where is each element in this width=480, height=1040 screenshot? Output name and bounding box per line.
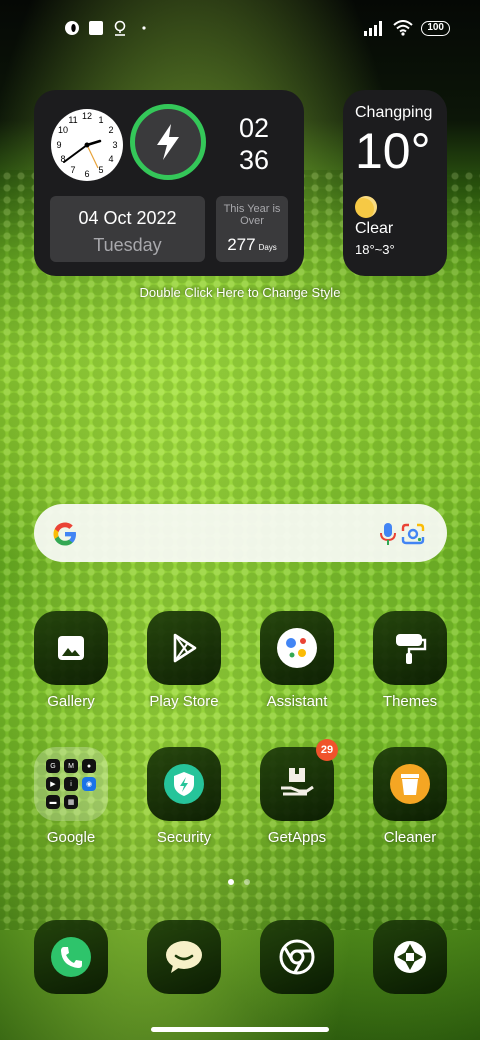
app-label: Security — [156, 829, 212, 846]
weekday-text: Tuesday — [93, 235, 162, 255]
app-label: GetApps — [267, 829, 327, 846]
svg-text:2: 2 — [108, 125, 113, 135]
year-progress-box: This Year is Over 277 Days — [216, 196, 288, 262]
signal-icon — [364, 21, 383, 36]
dock-messages[interactable] — [134, 920, 234, 994]
clock-widget[interactable]: 12 1 2 345 678 9 10 11 02 36 04 Oct 2022 Tue… — [34, 90, 304, 276]
opera-icon — [65, 21, 79, 35]
getapps-icon — [281, 768, 314, 796]
chrome-icon — [279, 939, 315, 975]
app-getapps[interactable]: 29 GetApps — [247, 739, 347, 846]
charging-ring — [130, 104, 206, 180]
notification-badge: 29 — [316, 739, 338, 761]
google-logo-icon — [53, 522, 76, 546]
page-dot[interactable] — [244, 879, 250, 885]
svg-text:10: 10 — [58, 125, 68, 135]
app-label: Play Store — [149, 693, 219, 710]
home-indicator[interactable] — [151, 1027, 329, 1032]
themes-icon — [396, 634, 427, 664]
svg-text:11: 11 — [68, 115, 77, 125]
location-pin-icon — [114, 20, 126, 36]
dock-camera[interactable] — [360, 920, 460, 994]
svg-text:5: 5 — [98, 165, 103, 175]
year-progress-title: This Year is Over — [223, 203, 281, 227]
gallery-icon — [58, 636, 84, 660]
svg-text:12: 12 — [82, 111, 92, 121]
messages-icon — [166, 941, 202, 973]
dot-icon — [142, 26, 146, 30]
play-store-icon — [173, 633, 197, 663]
weather-condition: Clear — [355, 220, 394, 237]
weather-widget[interactable]: Changping 10° Clear 18°~3° — [343, 90, 447, 276]
weather-temperature: 10° — [355, 123, 431, 179]
app-label: Themes — [382, 693, 438, 710]
page-dot-active[interactable] — [228, 879, 234, 885]
app-cleaner[interactable]: Cleaner — [360, 747, 460, 846]
app-label: Gallery — [47, 693, 95, 710]
svg-text:7: 7 — [70, 165, 75, 175]
date-text: 04 Oct 2022 — [78, 208, 177, 228]
assistant-icon — [277, 628, 317, 668]
svg-text:9: 9 — [56, 140, 61, 150]
change-style-hint[interactable]: Double Click Here to Change Style — [0, 285, 480, 300]
dock-phone[interactable] — [21, 920, 121, 994]
app-play-store[interactable]: Play Store — [134, 611, 234, 710]
app-label: Cleaner — [383, 829, 437, 846]
wifi-icon — [393, 20, 413, 36]
digital-time: 02 36 — [226, 112, 282, 176]
date-box: 04 Oct 2022 Tuesday — [50, 196, 205, 262]
security-icon — [164, 764, 204, 804]
days-over-value: 277 — [227, 235, 256, 254]
status-bar: 100 — [0, 16, 480, 40]
square-notification-icon — [89, 21, 103, 35]
digital-minutes: 36 — [238, 145, 270, 175]
svg-text:6: 6 — [84, 169, 89, 179]
svg-text:4: 4 — [108, 154, 113, 164]
battery-indicator: 100 — [421, 20, 450, 36]
svg-text:1: 1 — [98, 115, 103, 125]
app-security[interactable]: Security — [134, 747, 234, 846]
folder-google[interactable]: G M ● ▶ i ◉ ▬ ▦ Google — [21, 747, 121, 846]
dock-chrome[interactable] — [247, 920, 347, 994]
sun-icon — [355, 196, 377, 218]
digital-hours: 02 — [238, 113, 270, 143]
camera-icon — [394, 941, 426, 973]
days-unit: Days — [258, 243, 277, 252]
app-label: Google — [46, 829, 96, 846]
svg-text:3: 3 — [112, 140, 117, 150]
lightning-bolt-icon — [157, 124, 179, 160]
weather-range: 18°~3° — [355, 242, 395, 257]
weather-city: Changping — [355, 104, 433, 121]
phone-icon — [51, 937, 91, 977]
google-lens-icon[interactable] — [400, 522, 426, 546]
google-search-bar[interactable] — [34, 504, 447, 562]
year-progress-count: 277 Days — [216, 235, 288, 255]
app-themes[interactable]: Themes — [360, 611, 460, 710]
analog-clock-icon: 12 12 345 678 91011 — [51, 109, 123, 181]
cleaner-icon — [390, 764, 430, 804]
page-indicator[interactable] — [228, 879, 250, 885]
google-folder-icon: G M ● ▶ i ◉ ▬ ▦ — [46, 759, 96, 809]
app-assistant[interactable]: Assistant — [247, 611, 347, 710]
app-gallery[interactable]: Gallery — [21, 611, 121, 710]
microphone-icon[interactable] — [376, 521, 400, 547]
app-label: Assistant — [266, 693, 328, 710]
